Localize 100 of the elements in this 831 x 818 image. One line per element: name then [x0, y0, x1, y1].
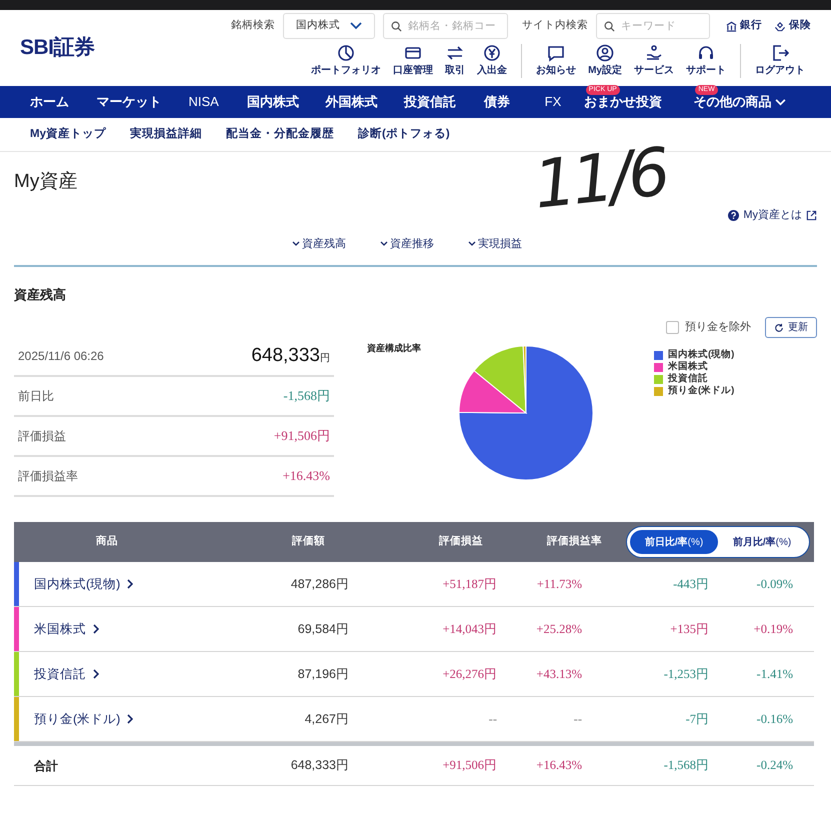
hand-icon — [645, 44, 663, 62]
chevron-down-icon — [380, 241, 388, 248]
anchor-link[interactable]: 資産残高 — [292, 236, 346, 252]
table-cell-text: -7円 — [684, 710, 709, 728]
menu-button[interactable]: 取引 — [439, 44, 472, 78]
checkbox-label: 預り金を除外 — [685, 320, 751, 336]
chevron-down-icon — [350, 22, 362, 30]
subnav-link[interactable]: 配当金・分配金履歴 — [226, 126, 334, 144]
speech-bubble-icon — [547, 44, 566, 62]
refresh-button[interactable]: 更新 — [765, 317, 817, 338]
product-link[interactable]: 投資信託 — [34, 664, 99, 684]
summary-label: 前日比 — [18, 388, 54, 405]
table-cell-text: -0.16% — [756, 710, 793, 728]
table-cell-text: -0.24% — [756, 757, 793, 774]
chart-title: 資産構成比率 — [367, 342, 421, 355]
table-cell-text: 87,196円 — [296, 666, 349, 683]
chevron-down-icon — [292, 241, 300, 248]
external-link-icon — [806, 210, 817, 221]
table-cell-text: 合計 — [34, 758, 58, 774]
stock-search-field[interactable]: 銘柄名・銘柄コー — [383, 13, 508, 39]
table-cell-text: -1,253円 — [662, 666, 709, 683]
anchor-link[interactable]: 実現損益 — [468, 236, 522, 252]
table-cell-text: +135円 — [669, 620, 709, 638]
search-icon — [604, 21, 615, 32]
market-dropdown[interactable]: 国内株式 — [283, 13, 375, 39]
anchor-link[interactable]: 資産推移 — [380, 236, 434, 252]
table-cell-text: +16.43% — [535, 757, 582, 774]
timestamp: 2025/11/6 06:26 — [18, 348, 104, 365]
nav-item[interactable]: NISA — [188, 92, 219, 112]
menu-button[interactable]: ポートフォリオ — [305, 44, 388, 78]
table-cell-text: +14,043円 — [442, 620, 497, 638]
page-title: My資産 — [14, 170, 78, 194]
nav-item[interactable]: マーケット — [96, 92, 162, 112]
menu-button[interactable]: My設定 — [582, 44, 628, 78]
table-cell-text: +26,276円 — [442, 666, 497, 683]
product-link[interactable]: 米国株式 — [34, 620, 99, 638]
nav-item[interactable]: FX — [544, 92, 562, 112]
product-link[interactable]: 預り金(米ドル) — [34, 710, 134, 728]
yen-coin-icon — [483, 44, 502, 62]
legend-label: 投資信託 — [668, 373, 708, 385]
table-cell-text: -1,568円 — [662, 757, 709, 774]
table-cell-text: -- — [572, 710, 582, 728]
search-icon — [391, 21, 402, 32]
menu-button[interactable]: お知らせ — [530, 44, 582, 78]
nav-item[interactable]: 投資信託 — [404, 92, 456, 112]
table-cell-text: 4,267円 — [304, 710, 349, 728]
headset-icon — [697, 44, 715, 62]
chevron-right-icon — [93, 624, 99, 634]
nav-item[interactable]: その他の商品 — [693, 92, 786, 112]
table-cell-text: 69,584円 — [296, 620, 349, 638]
chart-pie-icon — [337, 44, 356, 62]
search-label: 銘柄検索 — [231, 18, 275, 34]
nav-item[interactable]: 債券 — [484, 92, 510, 112]
table-cell-text: +91,506円 — [442, 757, 497, 774]
product-link[interactable]: 国内株式(現物) — [34, 574, 134, 594]
nav-item[interactable]: おまかせ投資 — [584, 92, 662, 112]
header-link[interactable]: 銀行 — [726, 18, 762, 34]
toggle-option[interactable]: 前日比/率(%) — [630, 530, 718, 554]
table-cell-text: 487,286円 — [290, 576, 349, 593]
table-cell-text: +11.73% — [536, 576, 582, 593]
table-cell-text: +25.28% — [535, 620, 582, 638]
table-cell-text: +51,187円 — [442, 576, 497, 593]
section-title: 資産残高 — [14, 286, 66, 304]
subnav-link[interactable]: 実現損益詳細 — [130, 126, 202, 144]
legend-swatch — [654, 386, 663, 396]
column-header: 評価額 — [290, 534, 326, 550]
table-cell-text: +43.13% — [535, 666, 582, 683]
nav-item[interactable]: 外国株式 — [325, 92, 378, 112]
chevron-right-icon — [93, 669, 99, 679]
nav-item[interactable]: ホーム — [30, 92, 69, 112]
user-icon — [596, 44, 614, 62]
refresh-icon — [774, 322, 784, 332]
summary-value: +16.43% — [282, 467, 330, 486]
nav-item[interactable]: 国内株式 — [247, 92, 300, 112]
summary-value: -1,568円 — [283, 387, 330, 406]
menu-button[interactable]: 口座管理 — [387, 44, 440, 78]
menu-button[interactable]: 入出金 — [471, 44, 514, 78]
chevron-right-icon — [127, 579, 134, 589]
chevron-down-icon — [468, 241, 476, 248]
subnav-link[interactable]: 診断(ポトフォる) — [358, 126, 450, 144]
logo[interactable]: SBI証券 — [20, 32, 94, 64]
menu-button[interactable]: サービス — [628, 44, 680, 78]
swap-arrows-icon — [446, 44, 464, 62]
search-label: サイト内検索 — [522, 18, 588, 34]
site-search-field[interactable]: キーワード — [596, 13, 710, 39]
menu-button[interactable]: サポート — [680, 44, 732, 78]
currency-unit: 円 — [320, 352, 330, 366]
table-cell-text: -- — [488, 710, 497, 728]
checkbox[interactable] — [666, 321, 679, 334]
subnav-link[interactable]: My資産トップ — [30, 126, 106, 144]
help-link[interactable]: My資産とは — [728, 207, 817, 224]
handwritten-note: 11/6 — [530, 139, 670, 219]
help-icon — [728, 210, 740, 221]
header-link[interactable]: 保険 — [774, 18, 811, 34]
menu-button[interactable]: ログアウト — [749, 44, 811, 78]
legend-swatch — [654, 350, 663, 360]
toggle-switch[interactable]: 前日比/率(%) 前月比/率(%) — [626, 526, 810, 558]
hands-icon — [774, 20, 786, 32]
table-cell-text: -443円 — [672, 576, 709, 593]
table-cell-text: +0.19% — [752, 620, 793, 638]
